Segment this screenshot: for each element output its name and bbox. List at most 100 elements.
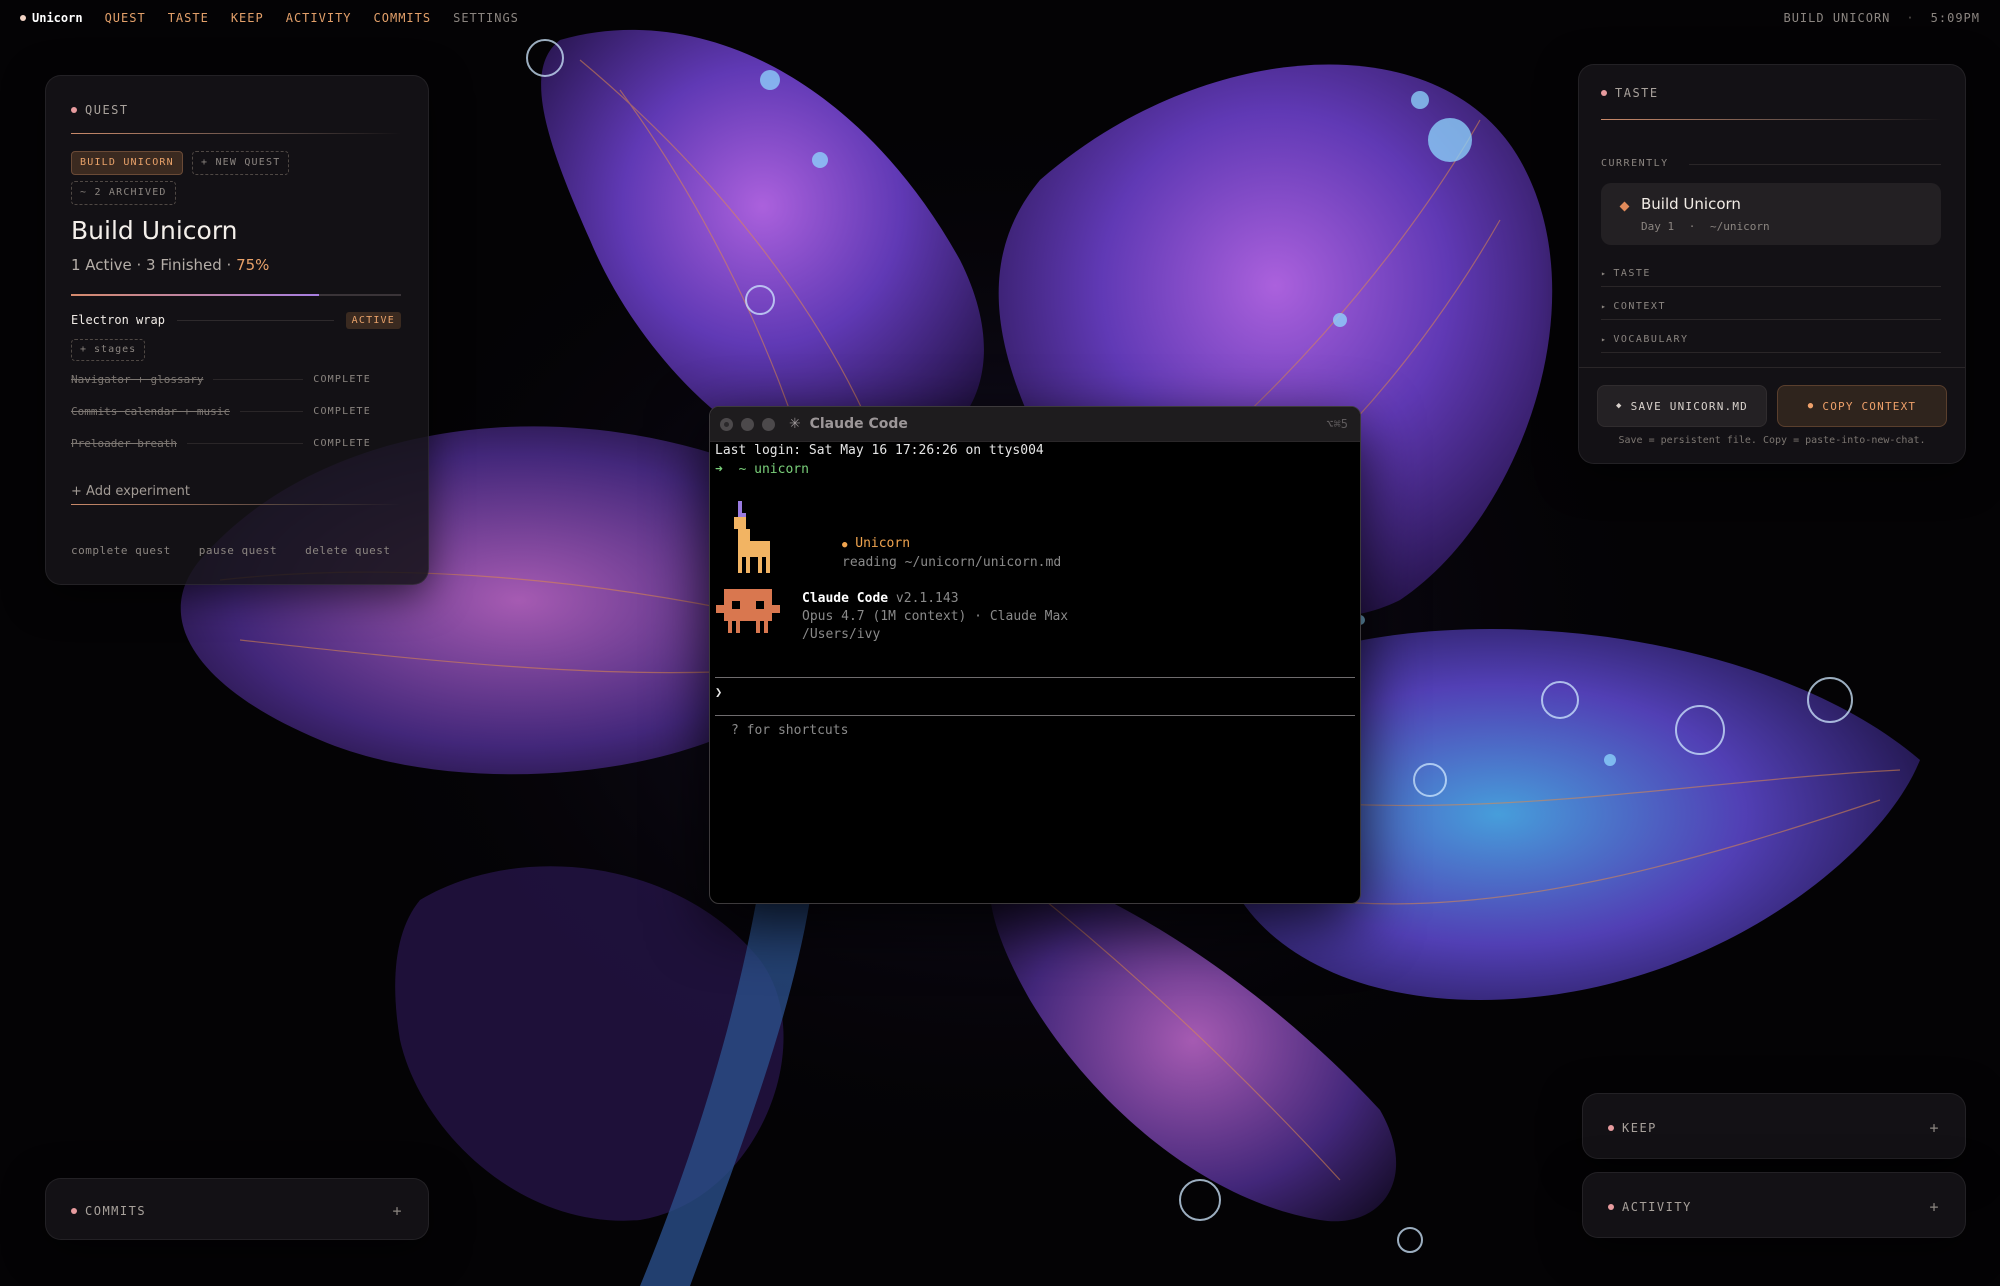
expander-rule [1601, 286, 1941, 287]
current-quest-card[interactable]: Build Unicorn Day 1 · ~/unicorn [1601, 183, 1941, 245]
stages-chip[interactable]: + stages [71, 339, 146, 361]
quest-panel: QUEST BUILD UNICORN + NEW QUEST ~ 2 ARCH… [45, 75, 429, 585]
top-status: BUILD UNICORN · 5:09PM [1783, 0, 1980, 36]
copy-button-label: COPY CONTEXT [1822, 399, 1917, 413]
archived-quests-chip[interactable]: ~ 2 ARCHIVED [71, 181, 176, 205]
nav-quest[interactable]: QUEST [105, 11, 146, 25]
cwd-line: /Users/ivy [802, 627, 881, 642]
completed-row[interactable]: Commits calendar + music COMPLETE [71, 401, 371, 421]
copy-context-button[interactable]: ● COPY CONTEXT [1777, 385, 1947, 427]
save-button-label: SAVE UNICORN.MD [1630, 399, 1748, 413]
prompt-arrow-icon: ➜ [715, 462, 723, 477]
commits-panel-title: COMMITS [85, 1204, 147, 1218]
completed-status: COMPLETE [313, 373, 371, 385]
row-leader-line [213, 378, 304, 380]
pause-quest-button[interactable]: pause quest [199, 544, 277, 557]
keep-panel[interactable]: KEEP + [1582, 1093, 1966, 1159]
taste-panel-title: TASTE [1615, 86, 1659, 100]
prompt-directory: unicorn [754, 462, 809, 477]
completed-row[interactable]: Preloader breath COMPLETE [71, 433, 371, 453]
caret-right-icon: ▸ [1601, 335, 1608, 344]
taste-help-note: Save = persistent file. Copy = paste-int… [1618, 435, 1926, 446]
quest-dot-icon [71, 107, 77, 113]
current-quest-title: BUILD UNICORN [1783, 11, 1891, 25]
quest-header-rule [71, 133, 401, 134]
completed-status: COMPLETE [313, 405, 371, 417]
activity-expand-plus-icon[interactable]: + [1929, 1198, 1940, 1216]
status-separator: · [1906, 11, 1915, 25]
vocabulary-section-expander[interactable]: ▸ VOCABULARY [1601, 334, 1941, 353]
diamond-small-icon: ◆ [1616, 401, 1623, 411]
quest-progress-fill [71, 294, 319, 296]
keep-expand-plus-icon[interactable]: + [1929, 1119, 1940, 1137]
shortcuts-hint: ? for shortcuts [731, 723, 849, 738]
quest-progress-bar [71, 294, 401, 296]
quest-summary: 1 Active · 3 Finished · 75% [71, 256, 269, 274]
terminal-window: ✳ Claude Code ⌥⌘5 Last login: Sat May 16… [709, 406, 1361, 904]
expander-label: TASTE [1613, 268, 1651, 279]
model-line: Opus 4.7 (1M context) · Claude Max [802, 609, 1069, 624]
terminal-body[interactable]: Last login: Sat May 16 17:26:26 on ttys0… [710, 441, 1360, 903]
delete-quest-button[interactable]: delete quest [305, 544, 390, 557]
unicorn-reading-line: reading ~/unicorn/unicorn.md [842, 555, 1062, 570]
current-quest-meta: Day 1 · ~/unicorn [1641, 220, 1770, 233]
quest-counts: 1 Active · 3 Finished · [71, 256, 232, 274]
input-bottom-divider [715, 715, 1355, 716]
close-window-icon[interactable] [720, 417, 733, 431]
row-leader-line [176, 319, 334, 321]
current-quest-title: Build Unicorn [1641, 195, 1741, 213]
app-brand[interactable]: Unicorn [20, 11, 83, 25]
nav-activity[interactable]: ACTIVITY [286, 11, 352, 25]
taste-header-rule [1601, 119, 1941, 120]
commits-dot-icon [71, 1208, 77, 1214]
zoom-window-icon[interactable] [762, 417, 775, 431]
keep-panel-title: KEEP [1622, 1121, 1657, 1135]
commits-expand-plus-icon[interactable]: + [392, 1202, 403, 1220]
app-version-line: Claude Code v2.1.143 [802, 591, 959, 606]
quest-actions: complete quest pause quest delete quest [71, 544, 419, 557]
expander-label: CONTEXT [1613, 301, 1666, 312]
currently-label: CURRENTLY [1601, 158, 1669, 169]
app-version: v2.1.143 [895, 591, 959, 606]
input-caret-icon: ❯ [715, 685, 723, 699]
terminal-titlebar[interactable]: ✳ Claude Code ⌥⌘5 [710, 407, 1360, 442]
meta-separator: · [1688, 220, 1696, 233]
quest-panel-header: QUEST [71, 103, 129, 117]
complete-quest-button[interactable]: complete quest [71, 544, 171, 557]
top-navigation-bar: Unicorn QUEST TASTE KEEP ACTIVITY COMMIT… [0, 0, 2000, 36]
taste-panel-header: TASTE [1601, 86, 1659, 100]
last-login-line: Last login: Sat May 16 17:26:26 on ttys0… [715, 443, 1044, 458]
nav-settings[interactable]: SETTINGS [453, 11, 519, 25]
keep-panel-header: KEEP + [1608, 1119, 1940, 1137]
claude-mascot-icon [716, 589, 780, 633]
current-path: ~/unicorn [1710, 220, 1770, 233]
expander-rule [1601, 319, 1941, 320]
new-quest-chip[interactable]: + NEW QUEST [192, 151, 290, 175]
quest-title: Build Unicorn [71, 216, 238, 245]
minimize-window-icon[interactable] [741, 417, 754, 431]
nav-keep[interactable]: KEEP [231, 11, 264, 25]
nav-commits[interactable]: COMMITS [374, 11, 432, 25]
window-shortcut: ⌥⌘5 [1326, 417, 1348, 431]
activity-panel[interactable]: ACTIVITY + [1582, 1172, 1966, 1238]
taste-section-expander[interactable]: ▸ TASTE [1601, 268, 1941, 287]
prompt-line: ➜ ~ unicorn [715, 462, 809, 477]
completed-row[interactable]: Navigator + glossary COMPLETE [71, 369, 371, 389]
terminal-title-text: Claude Code [809, 416, 908, 432]
context-section-expander[interactable]: ▸ CONTEXT [1601, 301, 1941, 320]
nav-taste[interactable]: TASTE [168, 11, 209, 25]
input-prompt[interactable]: ❯ [715, 685, 722, 699]
quest-chip-build-unicorn[interactable]: BUILD UNICORN [71, 151, 183, 175]
row-leader-line [186, 442, 304, 444]
terminal-title: ✳ Claude Code [789, 416, 908, 432]
keep-dot-icon [1608, 1125, 1614, 1131]
commits-panel[interactable]: COMMITS + [45, 1178, 429, 1240]
unicorn-status-dot-icon: ● [842, 540, 848, 550]
save-unicorn-md-button[interactable]: ◆ SAVE UNICORN.MD [1597, 385, 1767, 427]
taste-panel: TASTE CURRENTLY Build Unicorn Day 1 · ~/… [1578, 64, 1966, 464]
active-experiment-row[interactable]: Electron wrap ACTIVE [71, 309, 401, 331]
active-status-badge: ACTIVE [345, 311, 401, 329]
caret-right-icon: ▸ [1601, 302, 1608, 311]
row-leader-line [239, 410, 304, 412]
add-experiment-input[interactable]: + Add experiment [71, 484, 190, 499]
